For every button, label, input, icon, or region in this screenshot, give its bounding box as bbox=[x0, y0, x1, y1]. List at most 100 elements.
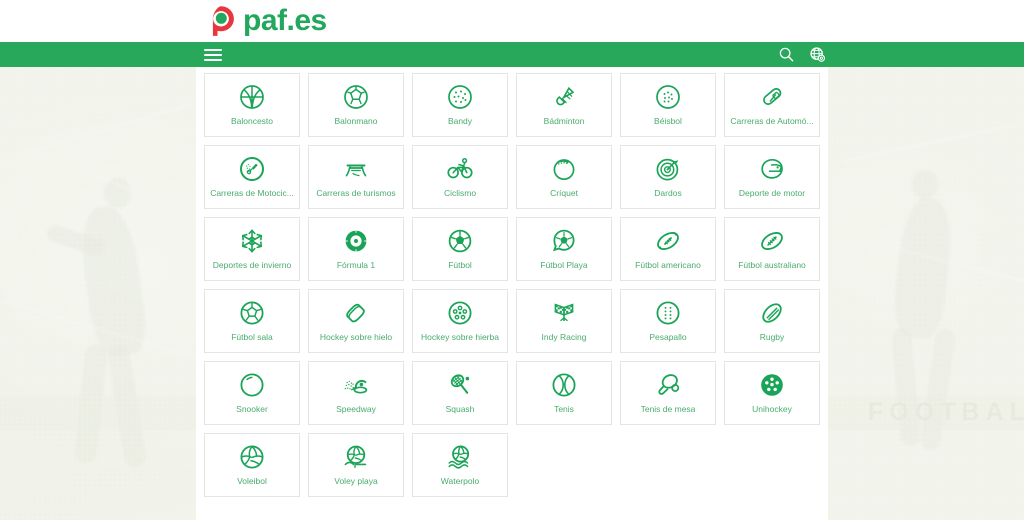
sport-tile[interactable]: Squash bbox=[412, 361, 508, 425]
hamburger-bar bbox=[204, 58, 222, 61]
sport-tile[interactable]: Fútbol sala bbox=[204, 289, 300, 353]
snooker-ball-icon bbox=[240, 373, 264, 397]
hamburger-bar bbox=[204, 53, 222, 56]
sport-tile-label: Rugby bbox=[759, 333, 785, 342]
sport-tile-label: Waterpolo bbox=[440, 477, 480, 486]
race-car-icon bbox=[761, 86, 784, 107]
sport-tile-label: Ciclismo bbox=[443, 189, 477, 198]
sport-tile-label: Tenis de mesa bbox=[640, 405, 696, 414]
australian-football-icon bbox=[758, 228, 786, 254]
sport-tile-label: Unihockey bbox=[752, 405, 792, 414]
volleyball-icon bbox=[240, 445, 264, 469]
sport-tile[interactable]: Fútbol bbox=[412, 217, 508, 281]
waterpolo-ball-icon bbox=[448, 445, 470, 469]
sport-tile-label: Indy Racing bbox=[541, 333, 587, 342]
hamburger-menu-icon[interactable] bbox=[204, 47, 222, 63]
search-icon[interactable] bbox=[778, 46, 795, 63]
sport-tile[interactable]: Carreras de Motocic... bbox=[204, 145, 300, 209]
tennis-ball-icon bbox=[552, 373, 576, 397]
shuttlecock-icon bbox=[556, 87, 574, 106]
sport-tile-label: Tenis bbox=[554, 405, 574, 414]
sport-tile-label: Snooker bbox=[236, 405, 268, 414]
sport-tile[interactable]: Deporte de motor bbox=[724, 145, 820, 209]
sport-tile-label: Voleibol bbox=[237, 477, 267, 486]
sport-tile[interactable]: Carreras de turismos bbox=[308, 145, 404, 209]
futsal-ball-icon bbox=[240, 301, 264, 325]
checkered-flags-icon bbox=[554, 303, 574, 322]
sport-tile[interactable]: Hockey sobre hielo bbox=[308, 289, 404, 353]
sport-tile-label: Críquet bbox=[550, 189, 578, 198]
motorsport-helmet-icon bbox=[761, 158, 783, 179]
site-header: paf.es bbox=[0, 0, 1024, 42]
american-football-icon bbox=[654, 228, 682, 254]
sport-tile[interactable]: Carreras de Automó... bbox=[724, 73, 820, 137]
sport-tile-label: Carreras de Motocic... bbox=[210, 189, 294, 198]
sport-tile[interactable]: Deportes de invierno bbox=[204, 217, 300, 281]
main-navbar bbox=[0, 42, 1024, 67]
sport-tile[interactable]: Dardos bbox=[620, 145, 716, 209]
touring-car-icon bbox=[345, 164, 367, 177]
sport-tile-label: Squash bbox=[445, 405, 475, 414]
sport-tile-label: Fútbol sala bbox=[231, 333, 273, 342]
sport-tile-label: Fútbol Playa bbox=[540, 261, 588, 270]
sport-tile[interactable]: Baloncesto bbox=[204, 73, 300, 137]
sport-tile-label: Hockey sobre hielo bbox=[319, 333, 393, 342]
sport-tile[interactable]: Fútbol Playa bbox=[516, 217, 612, 281]
sports-panel: Baloncesto Balonmano Bandy Bádminton Béisbol… bbox=[196, 67, 828, 520]
pesapallo-ball-icon bbox=[656, 301, 680, 325]
sport-tile[interactable]: Tenis bbox=[516, 361, 612, 425]
sport-tile[interactable]: Indy Racing bbox=[516, 289, 612, 353]
sport-tile[interactable]: Speedway bbox=[308, 361, 404, 425]
sport-tile-label: Béisbol bbox=[654, 117, 682, 126]
unihockey-ball-icon bbox=[761, 374, 783, 396]
sport-tile-label: Speedway bbox=[336, 405, 376, 414]
cycling-icon bbox=[447, 157, 473, 179]
sport-tile[interactable]: Balonmano bbox=[308, 73, 404, 137]
sport-tile-label: Dardos bbox=[654, 189, 682, 198]
motorcycle-racing-icon bbox=[240, 157, 264, 181]
sport-tile-label: Pesapallo bbox=[649, 333, 687, 342]
sport-tile[interactable]: Críquet bbox=[516, 145, 612, 209]
sport-tile[interactable]: Snooker bbox=[204, 361, 300, 425]
squash-racket-icon bbox=[448, 372, 471, 394]
sport-tile[interactable]: Rugby bbox=[724, 289, 820, 353]
field-hockey-ball-icon bbox=[448, 301, 472, 325]
sport-tile-label: Fútbol americano bbox=[635, 261, 701, 270]
formula-one-tyre-icon bbox=[345, 230, 367, 252]
sport-tile[interactable]: Fútbol australiano bbox=[724, 217, 820, 281]
logo-wordmark: paf.es bbox=[243, 4, 327, 37]
sport-tile[interactable]: Bandy bbox=[412, 73, 508, 137]
paf-circle-logo-icon bbox=[212, 6, 234, 36]
site-logo[interactable]: paf.es bbox=[204, 0, 327, 42]
sport-tile-label: Balonmano bbox=[334, 117, 378, 126]
sport-tile[interactable]: Fútbol americano bbox=[620, 217, 716, 281]
sport-tile-label: Hockey sobre hierba bbox=[421, 333, 499, 342]
globe-language-icon[interactable] bbox=[809, 46, 826, 63]
sport-tile[interactable]: Unihockey bbox=[724, 361, 820, 425]
sport-tile[interactable]: Fórmula 1 bbox=[308, 217, 404, 281]
beach-soccer-icon bbox=[553, 229, 575, 251]
table-tennis-paddle-icon bbox=[658, 371, 681, 395]
sport-tile-label: Deporte de motor bbox=[738, 189, 806, 198]
sport-tile[interactable]: Waterpolo bbox=[412, 433, 508, 497]
rugby-ball-icon bbox=[759, 300, 785, 326]
bandy-ball-icon bbox=[448, 85, 472, 109]
sport-tile[interactable]: Bádminton bbox=[516, 73, 612, 137]
beach-volleyball-icon bbox=[344, 445, 367, 469]
sport-tile[interactable]: Béisbol bbox=[620, 73, 716, 137]
basketball-icon bbox=[240, 85, 264, 109]
sport-tile[interactable]: Hockey sobre hierba bbox=[412, 289, 508, 353]
sport-tile[interactable]: Tenis de mesa bbox=[620, 361, 716, 425]
sport-tile[interactable]: Ciclismo bbox=[412, 145, 508, 209]
sport-tile-label: Bandy bbox=[447, 117, 473, 126]
navbar-actions bbox=[778, 46, 826, 63]
sport-tile-label: Carreras de turismos bbox=[316, 189, 396, 198]
football-icon bbox=[448, 229, 472, 253]
sport-tile[interactable]: Voley playa bbox=[308, 433, 404, 497]
sport-tile-label: Fórmula 1 bbox=[336, 261, 376, 270]
sport-tile[interactable]: Voleibol bbox=[204, 433, 300, 497]
sport-tile[interactable]: Pesapallo bbox=[620, 289, 716, 353]
handball-icon bbox=[344, 85, 368, 109]
sports-grid: Baloncesto Balonmano Bandy Bádminton Béisbol… bbox=[204, 73, 820, 497]
sport-tile-label: Voley playa bbox=[334, 477, 378, 486]
